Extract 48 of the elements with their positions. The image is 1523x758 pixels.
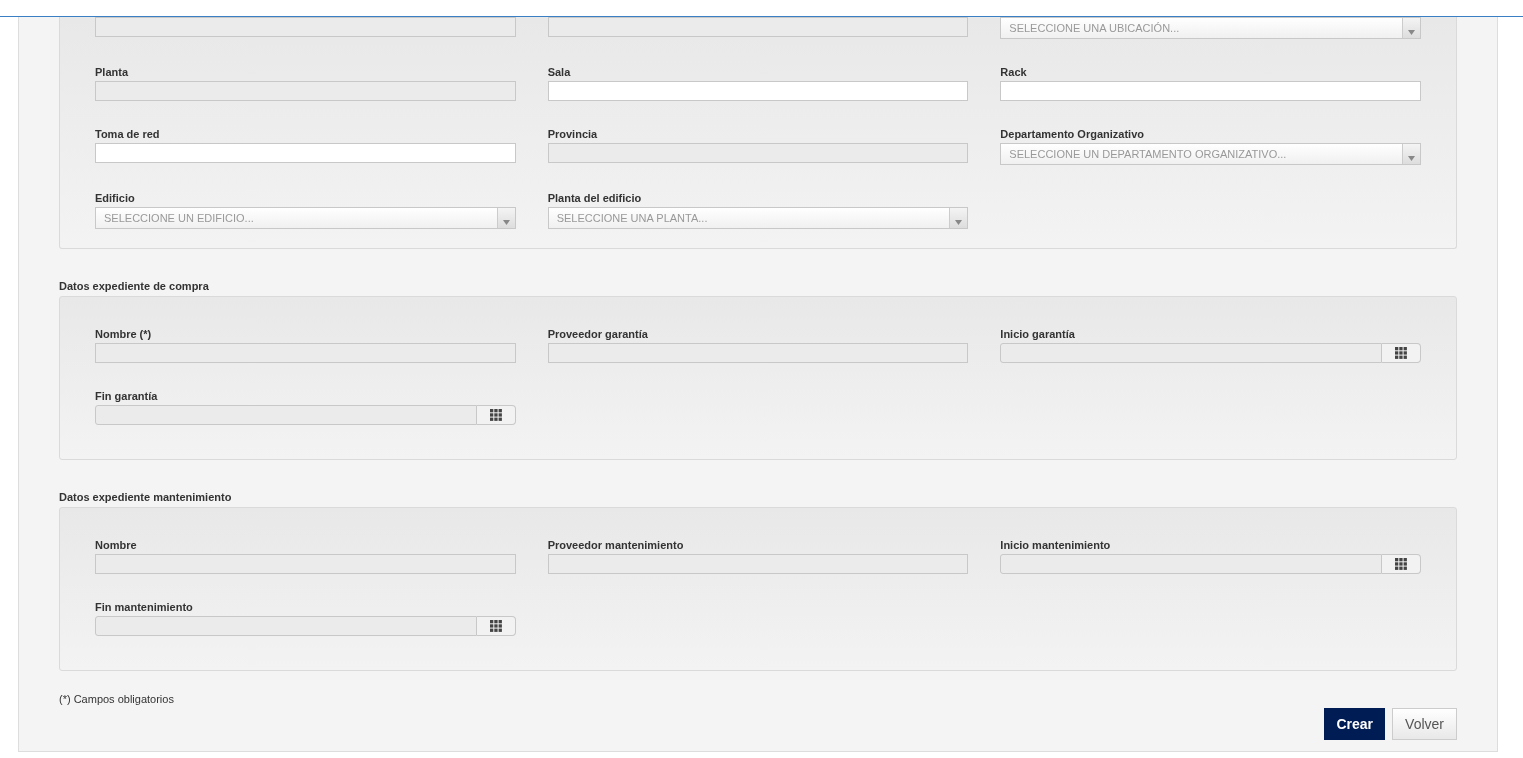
grid-icon	[489, 620, 502, 632]
field-label: Proveedor mantenimiento	[547, 538, 685, 552]
field-label: Inicio garantía	[1000, 327, 1076, 341]
text-field[interactable]	[1000, 81, 1421, 101]
calendar-button[interactable]	[1382, 343, 1421, 363]
readonly-field[interactable]	[95, 81, 516, 101]
readonly-field[interactable]	[95, 17, 516, 37]
select-field[interactable]: SELECCIONE UNA UBICACIÓN...	[1000, 17, 1421, 39]
calendar-button[interactable]	[1382, 554, 1421, 574]
back-button[interactable]: Volver	[1392, 708, 1457, 740]
calendar-button[interactable]	[476, 405, 516, 425]
readonly-field[interactable]	[95, 554, 516, 574]
readonly-field[interactable]	[95, 343, 516, 363]
field-label: Edificio	[95, 191, 136, 205]
field-label: Inicio mantenimiento	[1000, 538, 1112, 552]
readonly-field[interactable]	[547, 343, 969, 363]
select-field[interactable]: SELECCIONE UNA PLANTA...	[547, 207, 969, 229]
field-label: Planta del edificio	[547, 191, 643, 205]
field-label: Rack	[1000, 65, 1028, 79]
field-label: Fin garantía	[95, 389, 159, 403]
grid-icon	[1395, 347, 1407, 359]
readonly-field[interactable]	[547, 17, 969, 37]
create-button[interactable]: Crear	[1324, 708, 1386, 740]
required-fields-note: (*) Campos obligatorios	[59, 692, 175, 706]
date-field[interactable]	[95, 405, 477, 425]
field-label: Nombre	[95, 538, 138, 552]
date-field[interactable]	[1000, 554, 1382, 574]
date-field[interactable]	[95, 616, 477, 636]
text-field[interactable]	[95, 143, 516, 163]
section-title: Datos expediente de compra	[59, 280, 210, 293]
field-label: Proveedor garantía	[547, 327, 649, 341]
readonly-field[interactable]	[547, 143, 969, 163]
calendar-button[interactable]	[476, 616, 516, 636]
date-field[interactable]	[1000, 343, 1382, 363]
field-label: Departamento Organizativo	[1000, 127, 1145, 141]
readonly-field[interactable]	[547, 554, 969, 574]
field-label: Fin mantenimiento	[95, 600, 194, 614]
section-title: Datos expediente mantenimiento	[59, 491, 233, 504]
field-label: Provincia	[547, 127, 599, 141]
grid-icon	[1395, 558, 1407, 570]
field-label: Toma de red	[95, 127, 161, 141]
field-label: Sala	[547, 65, 572, 79]
grid-icon	[489, 409, 502, 421]
select-field[interactable]: SELECCIONE UN DEPARTAMENTO ORGANIZATIVO...	[1000, 143, 1421, 165]
select-field[interactable]: SELECCIONE UN EDIFICIO...	[95, 207, 516, 229]
text-field[interactable]	[547, 81, 969, 101]
field-label: Planta	[95, 65, 130, 79]
field-label: Nombre (*)	[95, 327, 153, 341]
